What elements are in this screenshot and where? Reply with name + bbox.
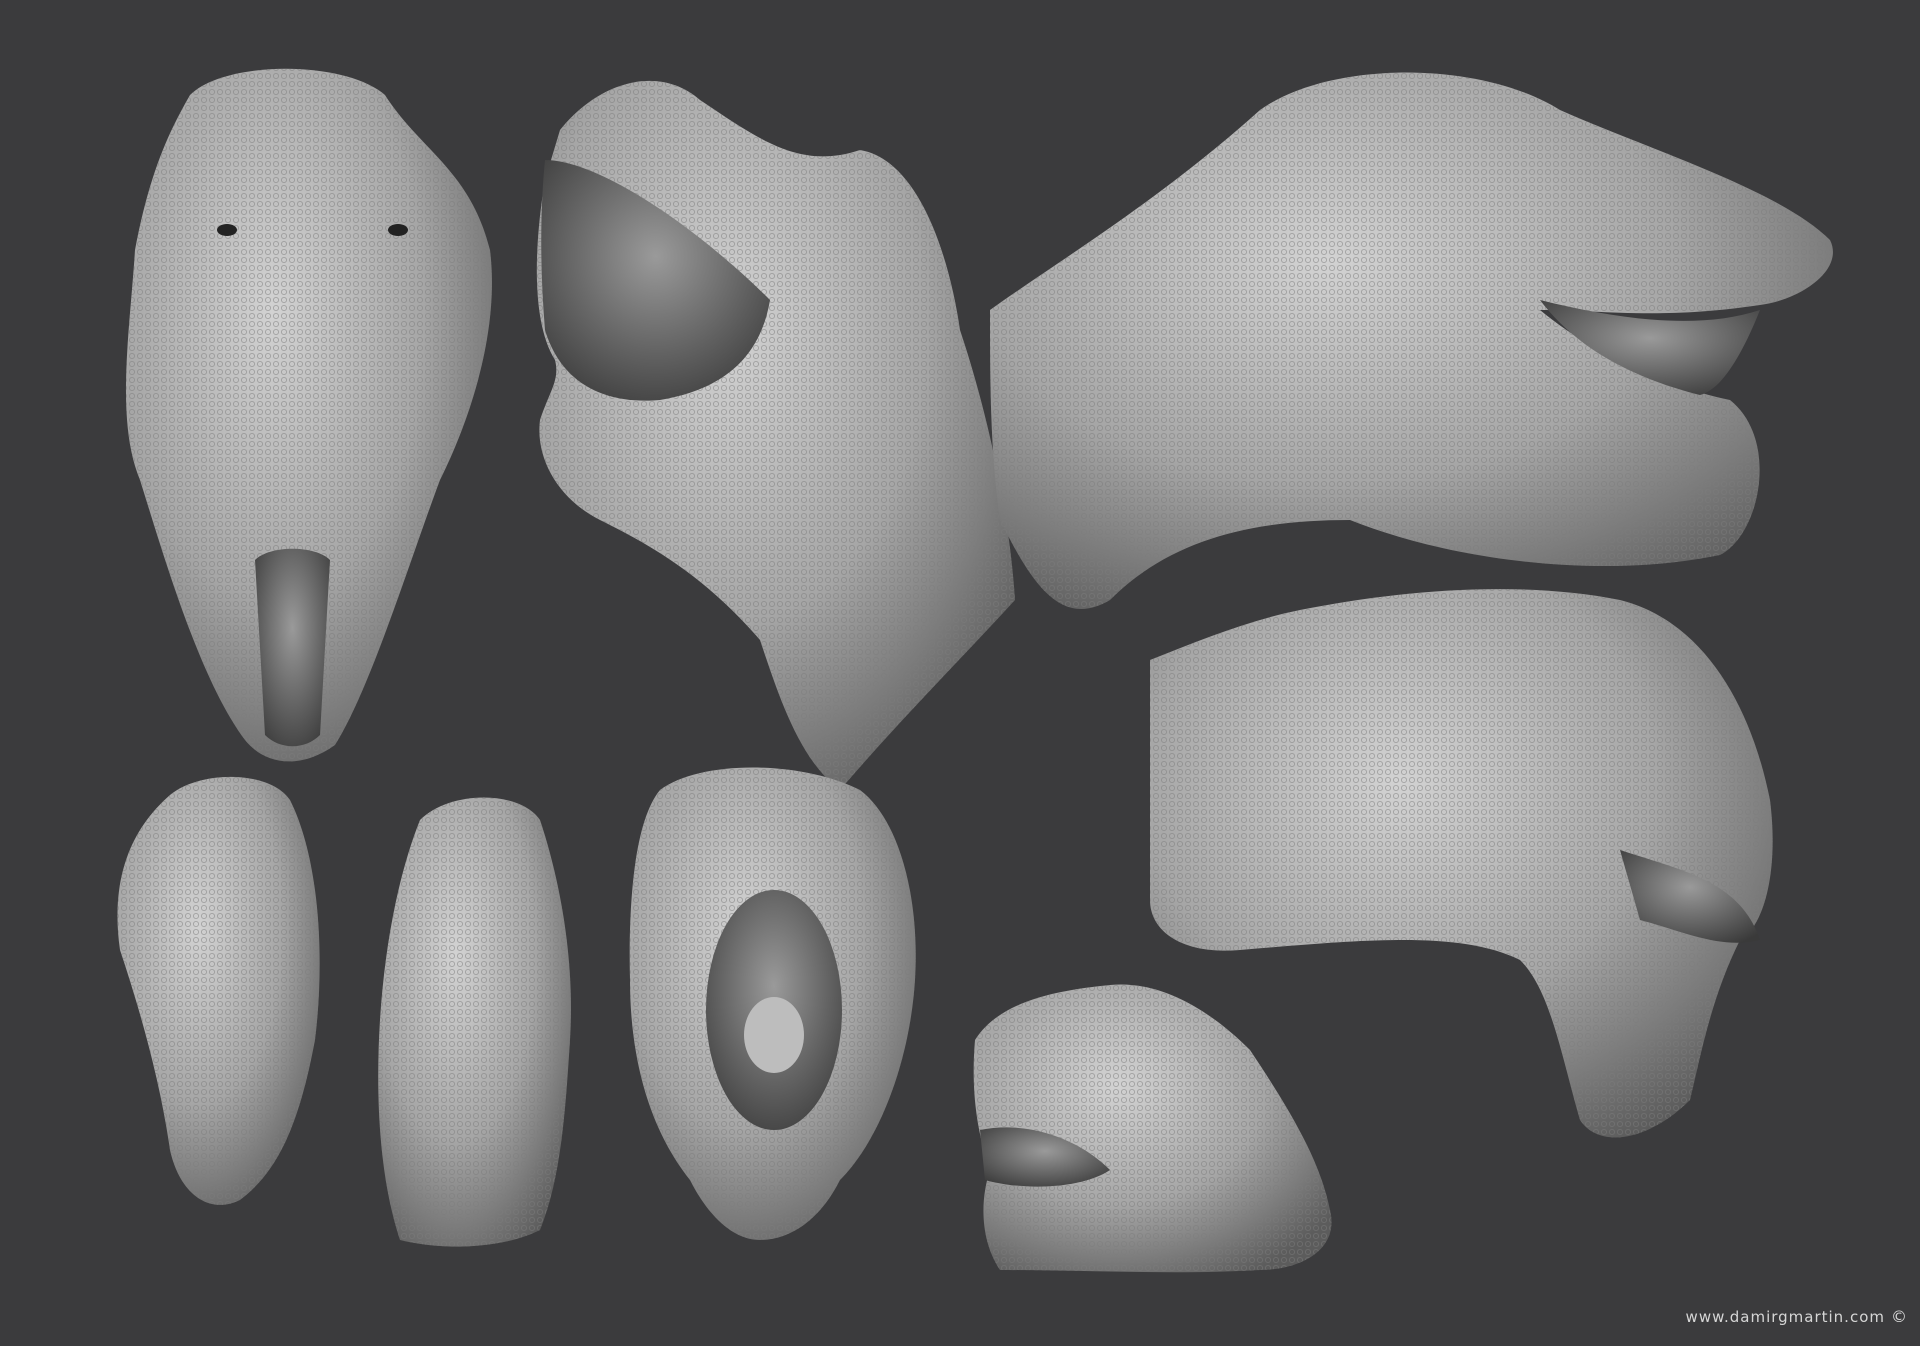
sculpt-views (117, 68, 1833, 1273)
head-top-view (117, 776, 320, 1205)
head-front-open-mouth-view (629, 767, 916, 1240)
copyright-icon: © (1891, 1307, 1908, 1326)
head-side-view-right (990, 72, 1833, 609)
head-three-quarter-view (536, 80, 1015, 790)
sculpt-sheet (0, 0, 1920, 1342)
credit-url: www.damirgmartin.com (1685, 1308, 1885, 1326)
head-small-three-quarter-view (973, 984, 1332, 1273)
head-bottom-view (378, 797, 571, 1247)
website-credit: www.damirgmartin.com © (1686, 1307, 1908, 1326)
head-front-view (125, 68, 492, 762)
